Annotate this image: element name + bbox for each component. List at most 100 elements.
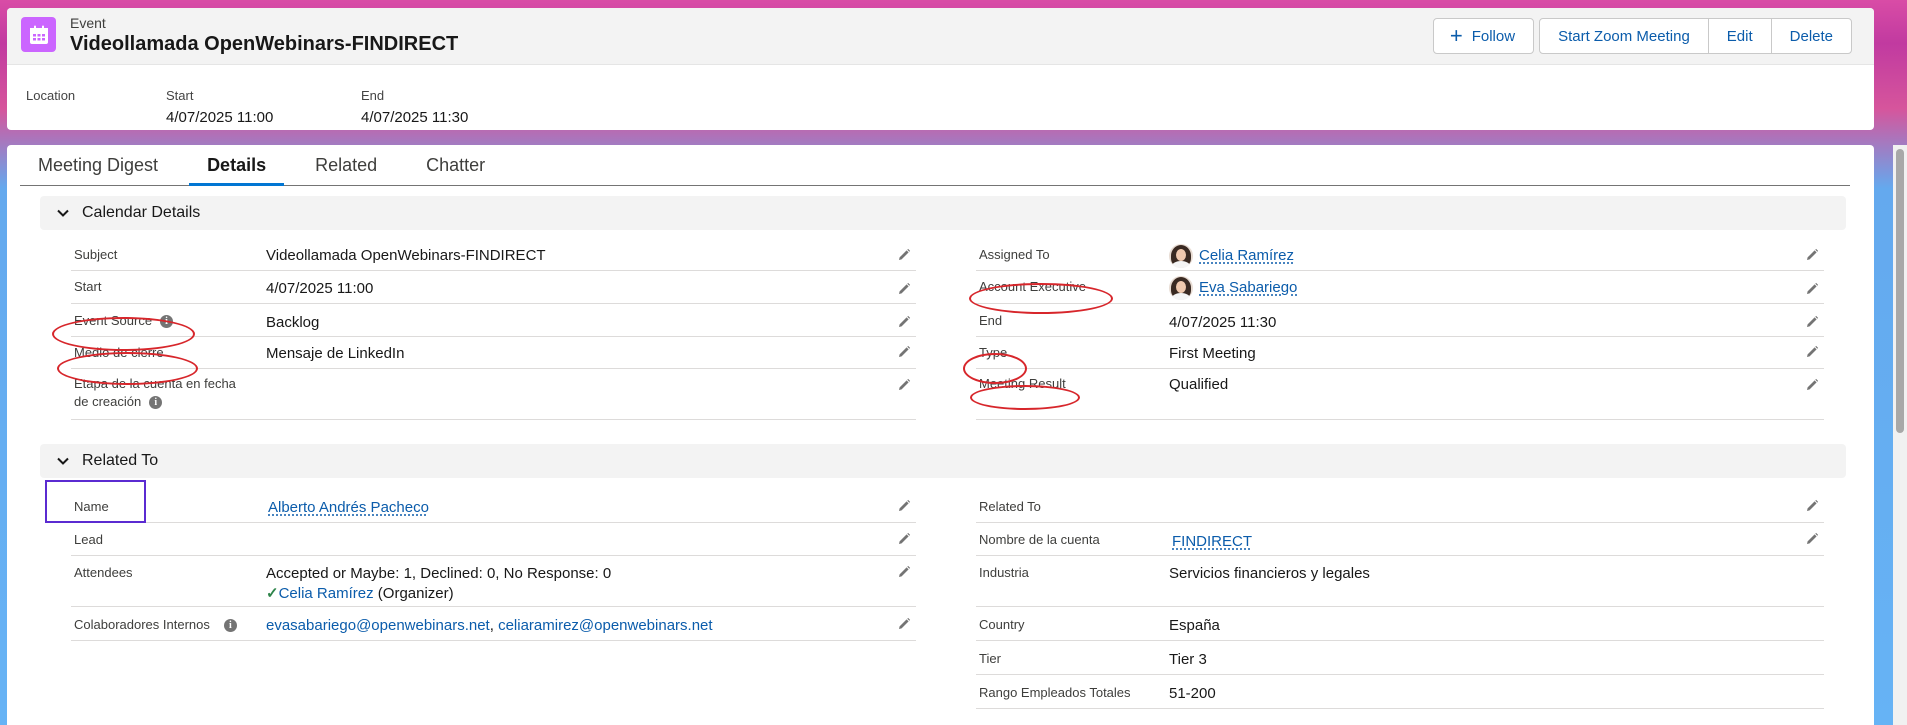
assigned-to-link[interactable]: Celia Ramírez	[1199, 247, 1294, 264]
record-header-top: Event Videollamada OpenWebinars-FINDIREC…	[7, 8, 1874, 65]
vertical-scrollbar[interactable]	[1893, 145, 1907, 725]
action-button-group: Start Zoom Meeting Edit Delete	[1539, 18, 1852, 54]
avatar	[1169, 276, 1193, 300]
colaborador-email-link[interactable]: evasabariego@openwebinars.net	[266, 617, 490, 634]
field-label: Name	[74, 499, 109, 514]
field-meeting-result: Meeting Result Qualified	[976, 369, 1824, 420]
etapa-label-line1: Etapa de la cuenta en fecha	[74, 376, 236, 391]
field-value: First Meeting	[1169, 345, 1256, 362]
tab-meeting-digest[interactable]: Meeting Digest	[38, 155, 158, 185]
organizer-suffix: (Organizer)	[377, 585, 454, 602]
scrollbar-thumb[interactable]	[1896, 149, 1904, 433]
field-medio-de-cierre: Medio de cierre Mensaje de LinkedIn	[71, 337, 916, 369]
field-label: Attendees	[74, 565, 133, 580]
edit-pencil-icon[interactable]	[897, 378, 911, 392]
organizer-link[interactable]: Celia Ramírez	[279, 585, 374, 602]
field-label: Industria	[979, 565, 1029, 580]
tab-related[interactable]: Related	[315, 155, 377, 185]
field-assigned-to: Assigned To Celia Ramírez	[976, 241, 1824, 271]
field-label: Meeting Result	[979, 376, 1066, 391]
field-nombre-cuenta: Nombre de la cuenta FINDIRECT	[976, 523, 1824, 556]
edit-button[interactable]: Edit	[1707, 18, 1772, 54]
field-label: Subject	[74, 247, 118, 262]
account-executive-link[interactable]: Eva Sabariego	[1199, 279, 1297, 296]
plus-icon: +	[1449, 23, 1463, 48]
highlights-panel: Location Start 4/07/2025 11:00 End 4/07/…	[7, 65, 1874, 130]
calendar-details-section-header[interactable]: Calendar Details	[40, 196, 1846, 230]
edit-pencil-icon[interactable]	[1805, 248, 1819, 262]
event-source-label: Event Source	[74, 313, 153, 328]
edit-pencil-icon[interactable]	[1805, 378, 1819, 392]
tab-bar: Meeting Digest Details Related Chatter	[20, 145, 1850, 186]
field-label: Colaboradores Internos i	[74, 616, 237, 634]
field-account-executive: Account Executive Eva Sabariego	[976, 271, 1824, 304]
chevron-down-icon	[56, 206, 70, 220]
info-icon[interactable]: i	[223, 619, 237, 633]
field-colaboradores-internos: Colaboradores Internos i evasabariego@ope…	[71, 607, 916, 641]
edit-pencil-icon[interactable]	[897, 248, 911, 262]
edit-pencil-icon[interactable]	[1805, 315, 1819, 329]
field-label: Event Source i	[74, 312, 174, 330]
highlight-location-label: Location	[26, 88, 76, 103]
related-to-title: Related To	[82, 452, 159, 469]
edit-pencil-icon[interactable]	[1805, 499, 1819, 513]
field-etapa-cuenta: Etapa de la cuenta en fecha de creación i	[71, 369, 916, 420]
calendar-details-title: Calendar Details	[82, 204, 201, 221]
colaboradores-label: Colaboradores Internos	[74, 617, 210, 632]
record-header: Event Videollamada OpenWebinars-FINDIREC…	[7, 8, 1874, 130]
highlight-location: Location	[26, 88, 75, 103]
account-link[interactable]: FINDIRECT	[1172, 533, 1252, 550]
highlight-start: Start 4/07/2025 11:00	[166, 88, 273, 126]
field-label: End	[979, 313, 1003, 328]
field-value: Tier 3	[1169, 651, 1207, 668]
object-type-label: Event	[70, 15, 106, 31]
related-to-section-header[interactable]: Related To	[40, 444, 1846, 478]
start-zoom-meeting-button[interactable]: Start Zoom Meeting	[1539, 18, 1709, 54]
field-label: Related To	[979, 499, 1041, 514]
field-value: FINDIRECT	[1172, 532, 1252, 552]
edit-pencil-icon[interactable]	[897, 499, 911, 513]
highlight-end-value: 4/07/2025 11:30	[361, 109, 469, 126]
info-icon[interactable]: i	[160, 315, 174, 329]
field-value: 4/07/2025 11:30	[1169, 314, 1277, 331]
field-value: Alberto Andrés Pacheco	[268, 498, 429, 518]
follow-button-label: Follow	[1471, 27, 1516, 45]
edit-pencil-icon[interactable]	[1805, 532, 1819, 546]
edit-pencil-icon[interactable]	[897, 315, 911, 329]
field-label: Nombre de la cuenta	[979, 532, 1100, 547]
field-end: End 4/07/2025 11:30	[976, 304, 1824, 337]
field-value: Videollamada OpenWebinars-FINDIRECT	[266, 247, 546, 264]
email-separator: ,	[489, 617, 494, 634]
edit-pencil-icon[interactable]	[897, 532, 911, 546]
colaborador-email-link[interactable]: celiaramirez@openwebinars.net	[498, 617, 713, 634]
field-value: Accepted or Maybe: 1, Declined: 0, No Re…	[266, 564, 611, 604]
field-tier: Tier Tier 3	[976, 641, 1824, 675]
field-rango-empleados: Rango Empleados Totales 51-200	[976, 675, 1824, 709]
chevron-down-icon	[56, 454, 70, 468]
edit-pencil-icon[interactable]	[897, 565, 911, 579]
info-icon[interactable]: i	[149, 396, 163, 410]
field-value: Mensaje de LinkedIn	[266, 345, 405, 362]
delete-button[interactable]: Delete	[1770, 18, 1852, 54]
field-related-to: Related To	[976, 489, 1824, 523]
edit-pencil-icon[interactable]	[1805, 345, 1819, 359]
field-value: 51-200	[1169, 685, 1216, 702]
field-value: Qualified	[1169, 376, 1229, 393]
tab-chatter[interactable]: Chatter	[426, 155, 485, 185]
follow-button[interactable]: + Follow	[1432, 18, 1535, 54]
field-label: Account Executive	[979, 279, 1086, 294]
edit-pencil-icon[interactable]	[1805, 282, 1819, 296]
field-value: España	[1169, 617, 1220, 634]
edit-pencil-icon[interactable]	[897, 617, 911, 631]
name-link[interactable]: Alberto Andrés Pacheco	[268, 499, 429, 516]
record-title: Videollamada OpenWebinars-FINDIRECT	[70, 33, 459, 55]
tab-details[interactable]: Details	[189, 155, 285, 186]
field-value: Servicios financieros y legales	[1169, 565, 1370, 582]
edit-pencil-icon[interactable]	[897, 345, 911, 359]
field-industria: Industria Servicios financieros y legale…	[976, 556, 1824, 607]
edit-pencil-icon[interactable]	[897, 282, 911, 296]
check-icon: ✓	[266, 585, 279, 602]
field-subject: Subject Videollamada OpenWebinars-FINDIR…	[71, 241, 916, 271]
record-detail-card: Meeting Digest Details Related Chatter C…	[7, 145, 1874, 725]
field-value: evasabariego@openwebinars.net, celiarami…	[266, 616, 713, 636]
